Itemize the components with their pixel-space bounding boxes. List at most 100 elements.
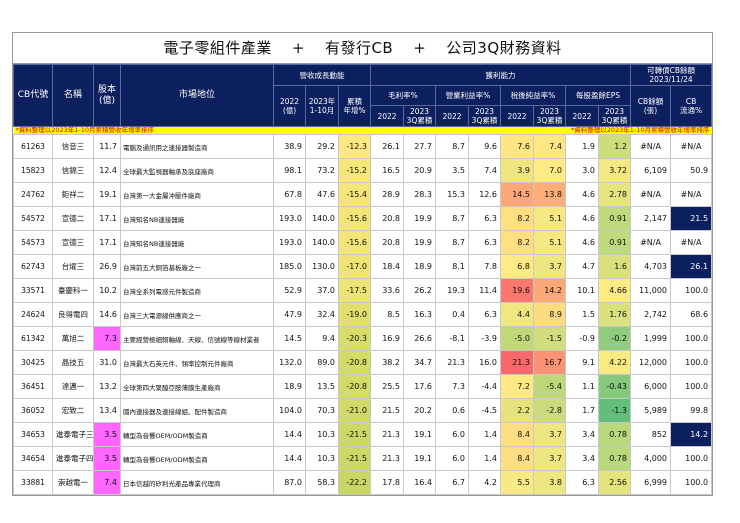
- op-2022-cell: 8.7: [435, 134, 470, 159]
- eps-2022-cell: 4.6: [565, 206, 600, 231]
- gross-2023-cell: 19.9: [403, 230, 437, 255]
- gross-2022-cell: 21.3: [370, 446, 405, 471]
- net-2022-cell: -5.0: [500, 326, 535, 351]
- table-row: 15823 信錦三 12.4 全球最大監視器軸承及底座廠商 98.1 73.2 -15.2 1…: [13, 158, 713, 183]
- op-2022-cell: 19.3: [435, 278, 470, 303]
- op-2022-cell: 8.7: [435, 206, 470, 231]
- rev-2022-cell: 193.0: [273, 206, 306, 231]
- rev-2022-cell: 132.0: [273, 350, 306, 375]
- op-2023-cell: 1.4: [468, 446, 502, 471]
- cb-float-cell: 50.9: [670, 158, 713, 183]
- header-year: 2023 3Q累積: [403, 105, 437, 127]
- gross-2023-cell: 18.9: [403, 254, 437, 279]
- op-2022-cell: 6.0: [435, 422, 470, 447]
- capital-cell: 19.1: [93, 182, 121, 207]
- eps-2023-cell: 4.66: [598, 278, 632, 303]
- gross-2022-cell: 38.2: [370, 350, 405, 375]
- header-year: 2022: [435, 105, 470, 127]
- cb-float-cell: 26.1: [670, 254, 713, 279]
- rev-yoy-cell: -17.0: [337, 254, 372, 279]
- gross-2022-cell: 18.4: [370, 254, 405, 279]
- op-2022-cell: 8.7: [435, 230, 470, 255]
- header-year: 2022: [500, 105, 535, 127]
- cb-balance-cell: #N/A: [630, 230, 672, 255]
- op-2023-cell: 11.4: [468, 278, 502, 303]
- name-cell: 崇越電一: [52, 470, 94, 495]
- market-position-cell: 台灣三大電源線供應商之一: [120, 302, 274, 327]
- name-cell: 晶技五: [52, 350, 94, 375]
- rev-2022-cell: 14.5: [273, 326, 306, 351]
- net-2023-cell: 5.1: [533, 230, 567, 255]
- rev-2023-cell: 10.3: [305, 422, 339, 447]
- cb-code-cell: 54572: [13, 206, 53, 231]
- cb-balance-cell: #N/A: [630, 182, 672, 207]
- net-2022-cell: 8.4: [500, 422, 535, 447]
- net-2023-cell: 8.9: [533, 302, 567, 327]
- rev-2022-cell: 87.0: [273, 470, 306, 495]
- op-2022-cell: 21.3: [435, 350, 470, 375]
- table-row: 62743 台燿三 26.9 台灣前五大銅箔基板廠之一 185.0 130.0 -17.0 1…: [13, 254, 713, 279]
- cb-float-cell: 100.0: [670, 326, 713, 351]
- gross-2022-cell: 21.5: [370, 398, 405, 423]
- gross-2022-cell: 20.8: [370, 230, 405, 255]
- rev-2022-cell: 67.8: [273, 182, 306, 207]
- gross-2022-cell: 28.9: [370, 182, 405, 207]
- rev-2022-cell: 104.0: [273, 398, 306, 423]
- capital-cell: 7.4: [93, 470, 121, 495]
- header-rev-2022: 2022 (億): [273, 85, 306, 127]
- net-2023-cell: 3.7: [533, 446, 567, 471]
- eps-2023-cell: 0.78: [598, 446, 632, 471]
- capital-cell: 17.1: [93, 230, 121, 255]
- cb-balance-cell: 5,989: [630, 398, 672, 423]
- rev-2023-cell: 37.0: [305, 278, 339, 303]
- op-2022-cell: 7.3: [435, 374, 470, 399]
- cb-code-cell: 33571: [13, 278, 53, 303]
- rev-yoy-cell: -15.2: [337, 158, 372, 183]
- eps-2022-cell: 1.7: [565, 398, 600, 423]
- rev-2022-cell: 18.9: [273, 374, 306, 399]
- eps-2022-cell: -0.9: [565, 326, 600, 351]
- gross-2023-cell: 20.2: [403, 398, 437, 423]
- name-cell: 鉅祥二: [52, 182, 94, 207]
- cb-balance-cell: 6,999: [630, 470, 672, 495]
- capital-cell: 10.2: [93, 278, 121, 303]
- gross-2022-cell: 33.6: [370, 278, 405, 303]
- rev-2023-cell: 140.0: [305, 206, 339, 231]
- cb-code-cell: 61263: [13, 134, 53, 159]
- gross-2023-cell: 16.3: [403, 302, 437, 327]
- rev-yoy-cell: -15.6: [337, 230, 372, 255]
- op-2022-cell: 8.1: [435, 254, 470, 279]
- rev-2022-cell: 52.9: [273, 278, 306, 303]
- gross-2023-cell: 34.7: [403, 350, 437, 375]
- capital-cell: 11.7: [93, 134, 121, 159]
- rev-2022-cell: 185.0: [273, 254, 306, 279]
- name-cell: 萬旭二: [52, 326, 94, 351]
- net-2022-cell: 8.2: [500, 206, 535, 231]
- eps-2023-cell: 0.78: [598, 422, 632, 447]
- table-row: 61263 信音三 11.7 電腦及通訊用之連接器製造商 38.9 29.2 -12.3 26…: [13, 134, 713, 159]
- net-2022-cell: 7.6: [500, 134, 535, 159]
- rev-yoy-cell: -19.0: [337, 302, 372, 327]
- eps-2023-cell: 0.91: [598, 206, 632, 231]
- eps-2023-cell: 1.6: [598, 254, 632, 279]
- gross-2023-cell: 16.4: [403, 470, 437, 495]
- op-2023-cell: 9.6: [468, 134, 502, 159]
- gross-2023-cell: 26.2: [403, 278, 437, 303]
- header-year: 2023 3Q累積: [468, 105, 502, 127]
- op-2022-cell: 15.3: [435, 182, 470, 207]
- rev-2023-cell: 32.4: [305, 302, 339, 327]
- cb-balance-cell: 12,000: [630, 350, 672, 375]
- capital-cell: 13.2: [93, 374, 121, 399]
- rev-2022-cell: 38.9: [273, 134, 306, 159]
- cb-balance-cell: 852: [630, 422, 672, 447]
- name-cell: 台燿三: [52, 254, 94, 279]
- cb-balance-cell: 2,147: [630, 206, 672, 231]
- rev-2022-cell: 193.0: [273, 230, 306, 255]
- eps-2023-cell: 3.72: [598, 158, 632, 183]
- name-cell: 信音三: [52, 134, 94, 159]
- capital-cell: 7.3: [93, 326, 121, 351]
- eps-2022-cell: 4.6: [565, 182, 600, 207]
- net-2023-cell: -5.4: [533, 374, 567, 399]
- eps-2023-cell: 1.2: [598, 134, 632, 159]
- eps-2022-cell: 1.1: [565, 374, 600, 399]
